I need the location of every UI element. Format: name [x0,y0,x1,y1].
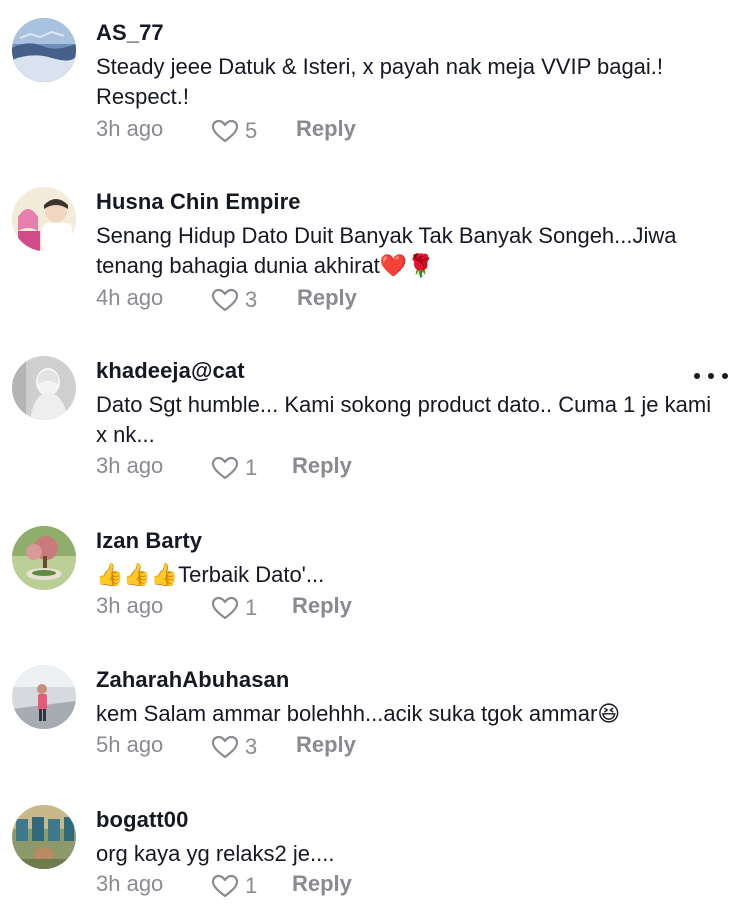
like-count: 1 [245,595,258,620]
comment-text: Senang Hidup Dato Duit Banyak Tak Banyak… [96,223,677,278]
avatar-image [12,356,76,420]
more-options-button[interactable] [694,364,728,388]
comment-text: kem Salam ammar bolehhh...acik suka tgok… [96,701,621,726]
heart-outline-icon [211,456,239,480]
comment-time: 3h ago [96,871,164,896]
reply-button[interactable]: Reply [296,116,356,142]
comment-username[interactable]: khadeeja@cat [96,358,245,384]
reply-button[interactable]: Reply [292,871,352,897]
heart-outline-icon [211,874,239,898]
more-horizontal-icon-dot [722,373,728,379]
like-count: 5 [245,118,258,143]
more-horizontal-icon-dot [694,373,700,379]
avatar-image [12,18,76,82]
like-button[interactable]: 3 [211,285,257,315]
heart-outline-icon [211,119,239,143]
like-button[interactable]: 1 [211,871,257,901]
comment-username[interactable]: bogatt00 [96,807,188,833]
heart-outline-icon [211,735,239,759]
avatar-image [12,805,76,869]
like-count: 3 [245,287,258,312]
avatar-image [12,665,76,729]
comment-username[interactable]: Husna Chin Empire [96,189,301,215]
avatar[interactable] [12,665,76,729]
like-button[interactable]: 5 [211,116,257,146]
reply-button[interactable]: Reply [292,593,352,619]
like-count: 3 [245,734,258,759]
comment-username[interactable]: Izan Barty [96,528,202,554]
like-button[interactable]: 3 [211,732,257,762]
comment-time: 5h ago [96,732,164,757]
heart-outline-icon [211,288,239,312]
comment-time: 3h ago [96,116,164,141]
reply-button[interactable]: Reply [297,285,357,311]
like-button[interactable]: 1 [211,453,257,483]
comment-text: 👍👍👍Terbaik Dato'... [96,562,325,587]
comment-time: 4h ago [96,285,164,310]
avatar-image [12,187,76,251]
like-count: 1 [245,873,258,898]
avatar-image [12,526,76,590]
like-button[interactable]: 1 [211,593,257,623]
like-count: 1 [245,455,258,480]
comment-text: Dato Sgt humble... Kami sokong product d… [96,392,712,447]
comment-username[interactable]: ZaharahAbuhasan [96,667,289,693]
avatar[interactable] [12,356,76,420]
avatar[interactable] [12,187,76,251]
comment-username[interactable]: AS_77 [96,20,164,46]
avatar[interactable] [12,526,76,590]
reply-button[interactable]: Reply [296,732,356,758]
comment-text: org kaya yg relaks2 je.... [96,841,335,866]
avatar[interactable] [12,18,76,82]
comment-time: 3h ago [96,453,164,478]
comment-time: 3h ago [96,593,164,618]
heart-outline-icon [211,596,239,620]
avatar[interactable] [12,805,76,869]
more-horizontal-icon-dot [708,373,714,379]
comment-text: Steady jeee Datuk & Isteri, x payah nak … [96,54,664,109]
reply-button[interactable]: Reply [292,453,352,479]
